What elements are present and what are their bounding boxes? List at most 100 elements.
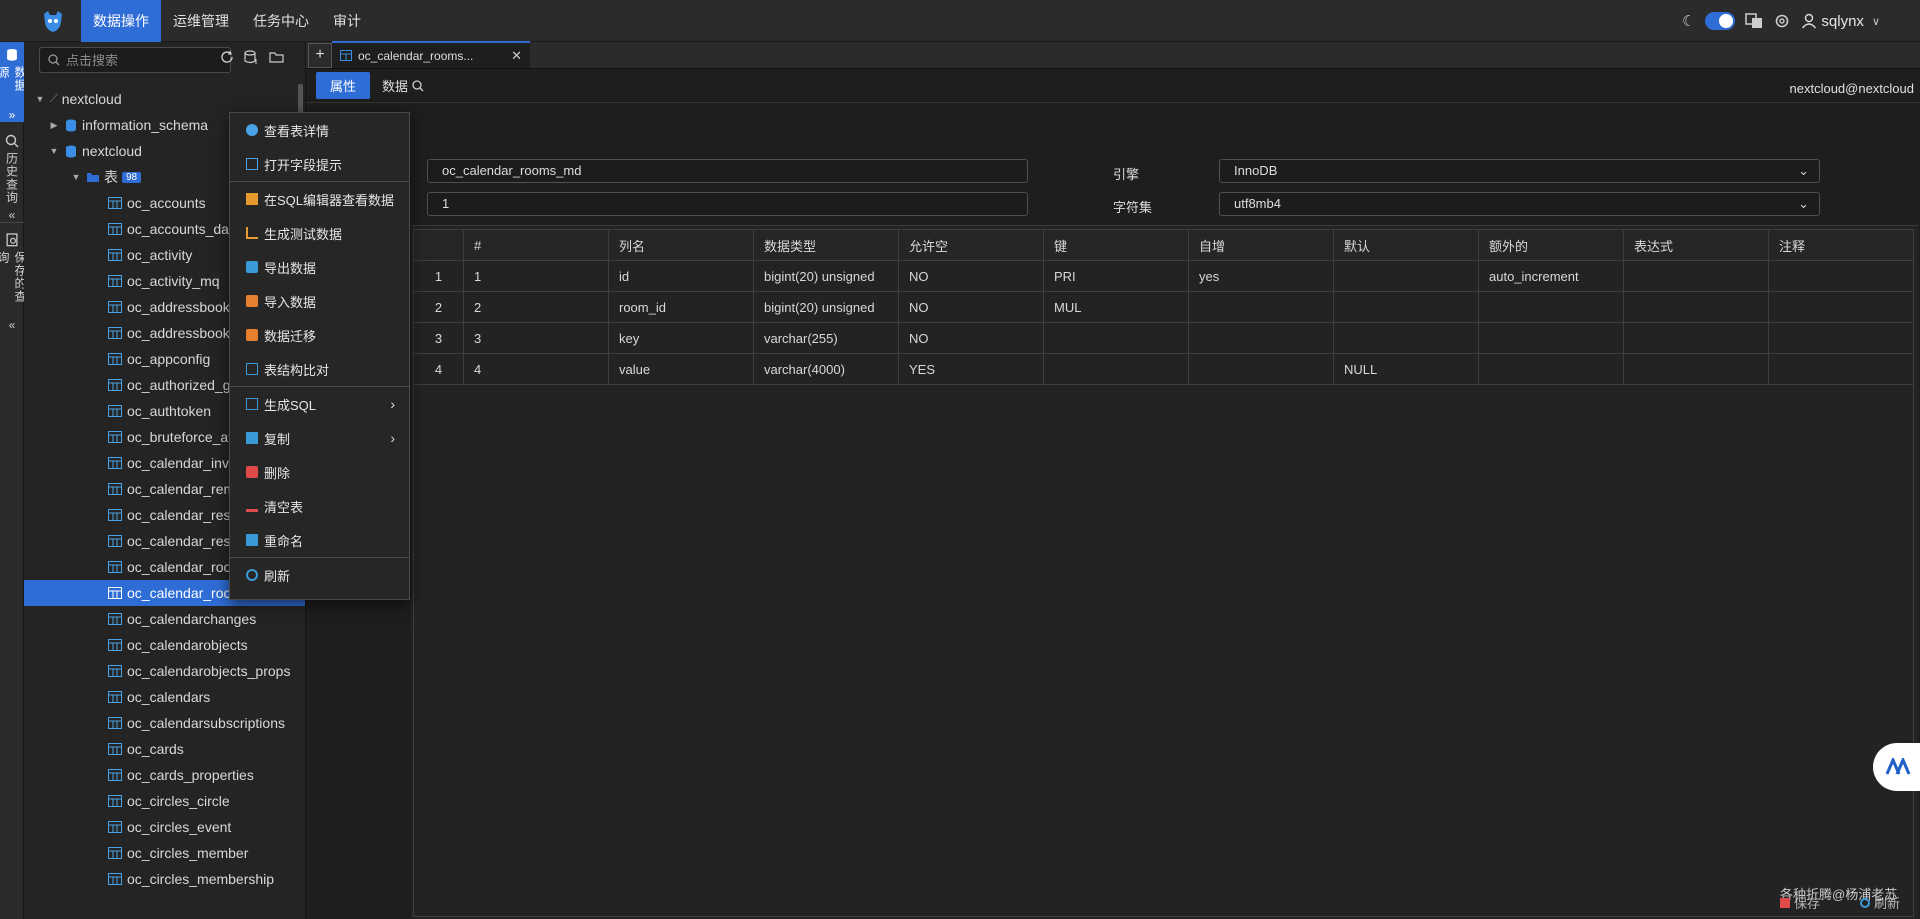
table-row[interactable]: 4 4 value varchar(4000) YES NULL (413, 353, 1914, 385)
table-cell[interactable]: auto_increment (1478, 260, 1624, 292)
menu-generate-sql[interactable]: 生成SQL › (230, 387, 409, 421)
properties-tab-button[interactable]: 属性 (316, 72, 371, 99)
vstrip-datasource[interactable]: 数据源 » (0, 42, 27, 122)
expand-arrow-icon[interactable]: ▼ (48, 146, 60, 156)
table-cell[interactable]: key (608, 322, 754, 354)
table-cell[interactable]: NO (898, 322, 1044, 354)
menu-view-in-sql-editor[interactable]: 在SQL编辑器查看数据 (230, 182, 409, 216)
data-tab-button[interactable]: 数据 (382, 76, 424, 95)
add-datasource-icon[interactable] (244, 50, 259, 64)
table-cell[interactable] (1043, 353, 1189, 385)
column-header[interactable]: 自增 (1188, 229, 1334, 261)
table-cell[interactable] (1478, 353, 1624, 385)
table-cell[interactable]: room_id (608, 291, 754, 323)
menu-copy[interactable]: 复制 › (230, 421, 409, 455)
table-name-field[interactable]: oc_calendar_rooms_md (427, 159, 1028, 183)
table-cell[interactable]: varchar(255) (753, 322, 899, 354)
table-cell[interactable] (1478, 291, 1624, 323)
column-header[interactable]: 列名 (608, 229, 754, 261)
table-cell[interactable]: 4 (413, 353, 464, 385)
tree-node-table[interactable]: oc_calendarchanges (24, 606, 305, 632)
column-header[interactable]: 注释 (1768, 229, 1914, 261)
dark-mode-toggle[interactable] (1705, 12, 1736, 30)
table-cell[interactable] (1623, 260, 1769, 292)
tree-node-table[interactable]: oc_circles_member (24, 840, 305, 866)
save-button[interactable]: 保存 (1780, 893, 1820, 912)
expand-arrow-icon[interactable]: ▼ (34, 94, 46, 104)
table-row[interactable]: 2 2 room_id bigint(20) unsigned NO MUL (413, 291, 1914, 323)
menu-view-table-details[interactable]: 查看表详情 (230, 113, 409, 147)
menu-schema-compare[interactable]: 表结构比对 (230, 352, 409, 386)
menu-rename[interactable]: 重命名 (230, 523, 409, 557)
tree-node-table[interactable]: oc_cards (24, 736, 305, 762)
table-cell[interactable]: 3 (413, 322, 464, 354)
nav-audit[interactable]: 审计 (321, 0, 373, 42)
tab-oc-calendar-rooms[interactable]: oc_calendar_rooms... ✕ (332, 41, 530, 68)
nav-data-operation[interactable]: 数据操作 (81, 0, 161, 42)
table-cell[interactable] (1333, 322, 1479, 354)
tree-node-table[interactable]: oc_circles_membership (24, 866, 305, 892)
table-cell[interactable] (1188, 353, 1334, 385)
tree-node-table[interactable]: oc_calendarobjects_props (24, 658, 305, 684)
column-header[interactable]: 额外的 (1478, 229, 1624, 261)
menu-truncate-table[interactable]: 清空表 (230, 489, 409, 523)
auto-increment-field[interactable]: 1 (427, 192, 1028, 216)
menu-delete[interactable]: 删除 (230, 455, 409, 489)
table-cell[interactable] (1768, 291, 1914, 323)
table-cell[interactable] (1623, 353, 1769, 385)
table-cell[interactable]: bigint(20) unsigned (753, 260, 899, 292)
tree-node-table[interactable]: oc_circles_circle (24, 788, 305, 814)
charset-select[interactable]: utf8mb4 ⌄ (1219, 192, 1820, 216)
table-cell[interactable]: MUL (1043, 291, 1189, 323)
table-cell[interactable] (1768, 353, 1914, 385)
menu-data-migration[interactable]: 数据迁移 (230, 318, 409, 352)
table-cell[interactable] (1768, 260, 1914, 292)
folder-icon[interactable] (269, 50, 284, 64)
tree-node-table[interactable]: oc_cards_properties (24, 762, 305, 788)
menu-import-data[interactable]: 导入数据 (230, 284, 409, 318)
table-cell[interactable]: id (608, 260, 754, 292)
engine-select[interactable]: InnoDB ⌄ (1219, 159, 1820, 183)
table-cell[interactable]: NO (898, 291, 1044, 323)
ai-assistant-button[interactable] (1873, 743, 1920, 791)
translate-icon[interactable] (1745, 12, 1763, 30)
table-cell[interactable]: YES (898, 353, 1044, 385)
nav-ops-management[interactable]: 运维管理 (161, 0, 241, 42)
refresh-button[interactable]: 刷新 (1860, 893, 1900, 912)
menu-open-field-hints[interactable]: 打开字段提示 (230, 147, 409, 181)
table-cell[interactable] (1188, 322, 1334, 354)
user-menu[interactable]: sqlynx ∨ (1801, 13, 1880, 30)
table-cell[interactable] (1768, 322, 1914, 354)
menu-refresh[interactable]: 刷新 (230, 558, 409, 592)
table-cell[interactable] (1333, 291, 1479, 323)
table-cell[interactable]: 1 (413, 260, 464, 292)
search-box[interactable] (39, 47, 231, 73)
table-cell[interactable]: 1 (463, 260, 609, 292)
table-cell[interactable] (1188, 291, 1334, 323)
column-header[interactable]: 键 (1043, 229, 1189, 261)
table-cell[interactable] (1333, 260, 1479, 292)
table-cell[interactable] (1623, 322, 1769, 354)
tree-node-table[interactable]: oc_circles_event (24, 814, 305, 840)
table-cell[interactable]: 2 (463, 291, 609, 323)
close-icon[interactable]: ✕ (511, 48, 522, 64)
table-cell[interactable]: varchar(4000) (753, 353, 899, 385)
column-header[interactable]: 允许空 (898, 229, 1044, 261)
column-header[interactable] (413, 229, 464, 261)
table-cell[interactable]: PRI (1043, 260, 1189, 292)
tree-node-table[interactable]: oc_calendars (24, 684, 305, 710)
table-cell[interactable]: 4 (463, 353, 609, 385)
menu-generate-test-data[interactable]: 生成测试数据 (230, 216, 409, 250)
refresh-icon[interactable] (220, 50, 234, 64)
column-header[interactable]: 默认 (1333, 229, 1479, 261)
column-header[interactable]: # (463, 229, 609, 261)
expand-arrow-icon[interactable]: ▼ (70, 172, 82, 182)
vstrip-saved[interactable]: 保存的查询 « (0, 222, 27, 332)
tree-node-connection[interactable]: ▼ ⟋ nextcloud (24, 86, 305, 112)
gear-icon[interactable] (1773, 12, 1791, 30)
search-input[interactable] (66, 52, 216, 68)
table-cell[interactable]: bigint(20) unsigned (753, 291, 899, 323)
column-header[interactable]: 数据类型 (753, 229, 899, 261)
menu-export-data[interactable]: 导出数据 (230, 250, 409, 284)
vstrip-history[interactable]: 历史查询 « (0, 122, 24, 222)
